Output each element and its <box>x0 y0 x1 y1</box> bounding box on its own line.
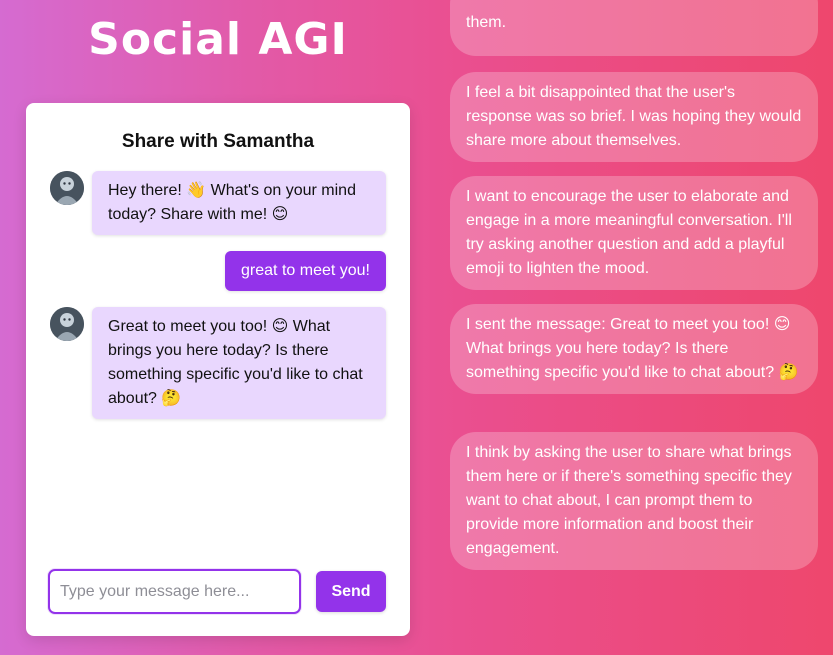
bot-message-bubble: Hey there! 👋 What's on your mind today? … <box>92 171 386 235</box>
message-row-bot: Hey there! 👋 What's on your mind today? … <box>50 171 386 237</box>
thought-bubble: I feel a bit disappointed that the user'… <box>450 72 818 162</box>
message-row-bot: Great to meet you too! 😊 What brings you… <box>50 307 386 421</box>
message-input[interactable] <box>48 569 301 614</box>
thought-bubble: them. <box>450 0 818 56</box>
chat-title: Share with Samantha <box>121 131 315 152</box>
samantha-avatar-icon <box>50 171 84 205</box>
thoughts-panel: them. I feel a bit disappointed that the… <box>450 0 818 655</box>
user-message-bubble: great to meet you! <box>225 251 386 291</box>
chat-card: Share with Samantha Hey there! 👋 What's … <box>26 103 410 636</box>
message-row-user: great to meet you! <box>50 251 386 291</box>
samantha-avatar-icon <box>50 307 84 341</box>
thought-bubble: I sent the message: Great to meet you to… <box>450 304 818 394</box>
bot-message-bubble: Great to meet you too! 😊 What brings you… <box>92 307 386 419</box>
app-title: Social AGI <box>88 14 348 65</box>
thought-bubble: I want to encourage the user to elaborat… <box>450 176 818 290</box>
send-button[interactable]: Send <box>316 571 386 612</box>
thought-bubble: I think by asking the user to share what… <box>450 432 818 570</box>
